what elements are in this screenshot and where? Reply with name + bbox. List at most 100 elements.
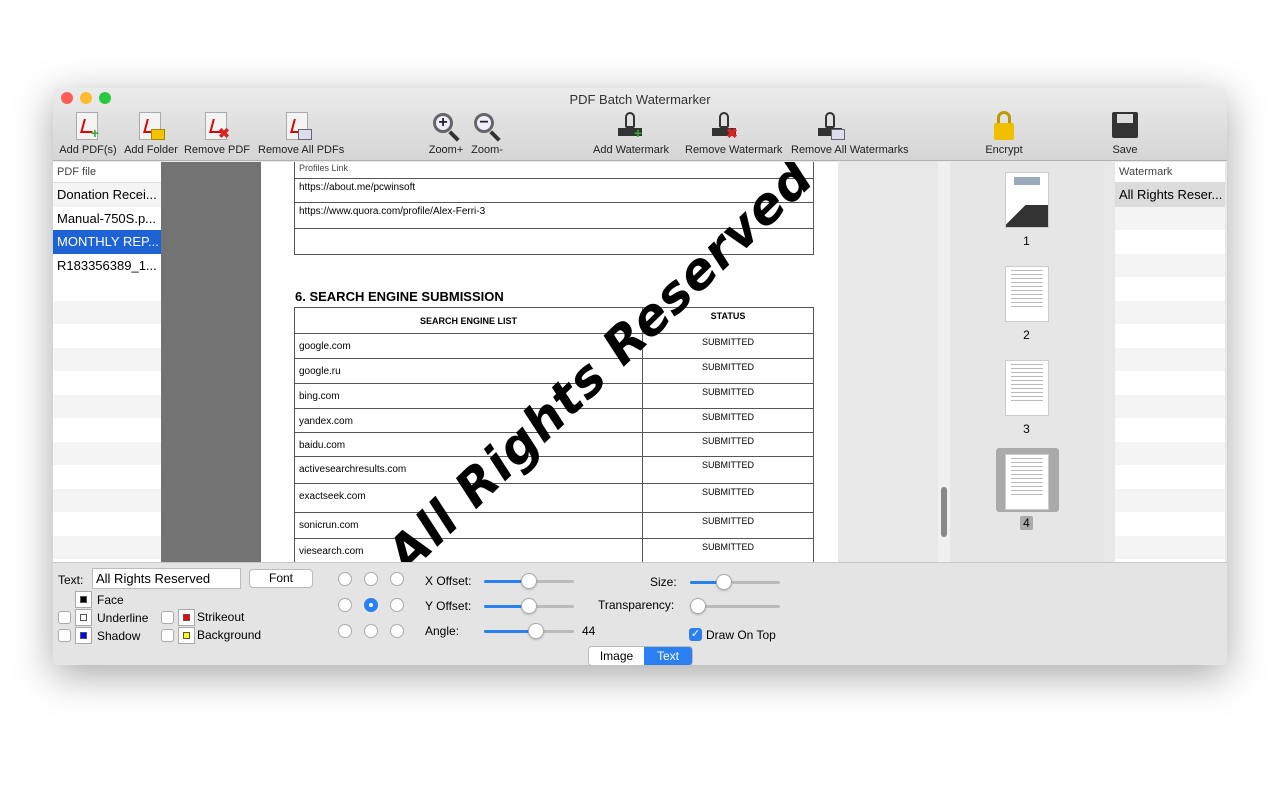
- background-label: Background: [197, 628, 262, 642]
- empty-row: [53, 441, 161, 465]
- pdf-list-item[interactable]: Donation Recei...: [53, 183, 161, 207]
- y-offset-label: Y Offset:: [425, 599, 472, 613]
- position-radio-top-left[interactable]: [338, 572, 352, 586]
- empty-row: [53, 300, 161, 324]
- preview-scrollbar[interactable]: [938, 162, 950, 562]
- pdf-list-item[interactable]: Manual-750S.p...: [53, 207, 161, 231]
- position-radio-middle-left[interactable]: [338, 598, 352, 612]
- x-offset-label: X Offset:: [425, 574, 472, 588]
- face-label: Face: [97, 593, 124, 607]
- pdf-file-list[interactable]: PDF file Donation Recei... Manual-750S.p.…: [53, 162, 161, 562]
- empty-row: [1115, 512, 1225, 536]
- draw-on-top-label: Draw On Top: [706, 628, 776, 642]
- toolbar-label: Remove All Watermarks: [791, 144, 909, 156]
- font-button[interactable]: Font: [249, 569, 313, 588]
- page-thumbnail[interactable]: [1005, 172, 1049, 228]
- empty-row: [1115, 394, 1225, 418]
- table-cell: SUBMITTED: [642, 456, 814, 484]
- save-button[interactable]: Save: [1085, 110, 1165, 156]
- slider-knob[interactable]: [521, 598, 537, 614]
- size-slider[interactable]: [690, 574, 780, 590]
- toolbar-label: Add Watermark: [592, 144, 669, 156]
- add-watermark-icon: +: [615, 110, 647, 142]
- lock-button[interactable]: Encrypt: [964, 110, 1044, 156]
- empty-row: [1115, 465, 1225, 489]
- table-cell: SUBMITTED: [642, 512, 814, 539]
- draw-on-top-checkbox[interactable]: ✓: [689, 628, 702, 641]
- slider-knob[interactable]: [715, 574, 732, 590]
- empty-row: [1115, 206, 1225, 230]
- toolbar-label: Encrypt: [985, 144, 1023, 156]
- size-label: Size:: [650, 575, 677, 589]
- table-cell: viesearch.com: [294, 538, 643, 562]
- page-thumbnail[interactable]: [1005, 454, 1049, 510]
- pdf-list-item[interactable]: MONTHLY REP...: [53, 230, 161, 254]
- face-color-swatch[interactable]: [75, 591, 92, 608]
- add-pdf-icon: +: [72, 110, 104, 142]
- background-color-swatch[interactable]: [178, 627, 195, 644]
- window-title: PDF Batch Watermarker: [569, 92, 711, 107]
- table-cell: SUBMITTED: [642, 483, 814, 513]
- background-checkbox[interactable]: [161, 629, 174, 642]
- shadow-label: Shadow: [97, 629, 141, 643]
- pdf-page: Profiles Link https://about.me/pcwinsoft h…: [261, 162, 838, 562]
- empty-row: [1115, 300, 1225, 324]
- slider-knob[interactable]: [528, 623, 545, 639]
- y-offset-slider[interactable]: [484, 598, 574, 614]
- table-cell: SUBMITTED: [642, 383, 814, 409]
- empty-row: [1115, 253, 1225, 277]
- angle-value: 44: [582, 624, 596, 638]
- slider-knob[interactable]: [690, 598, 706, 614]
- toolbar-label: Save: [1112, 144, 1138, 156]
- add-watermark-button[interactable]: + Add Watermark: [591, 110, 671, 156]
- angle-slider[interactable]: [484, 623, 574, 639]
- text-label: Text:: [58, 573, 84, 587]
- page-number: 3: [1023, 422, 1030, 436]
- empty-row: [1115, 324, 1225, 348]
- tab-text[interactable]: Text: [644, 647, 692, 665]
- empty-row: [53, 418, 161, 442]
- position-radio-bottom-center[interactable]: [364, 624, 378, 638]
- empty-row: [53, 371, 161, 395]
- position-radio-top-right[interactable]: [390, 572, 404, 586]
- empty-row: [53, 512, 161, 536]
- shadow-color-swatch[interactable]: [75, 627, 92, 644]
- page-thumbnails: 1 2 3 4: [950, 162, 1103, 562]
- position-radio-middle-center[interactable]: [364, 598, 378, 612]
- page-thumbnail[interactable]: [1005, 266, 1049, 322]
- position-radio-bottom-right[interactable]: [390, 624, 404, 638]
- save-icon: [1109, 110, 1141, 142]
- pdf-preview: Profiles Link https://about.me/pcwinsoft h…: [161, 162, 838, 562]
- add-folder-icon: [135, 110, 167, 142]
- page-link-row: Profiles Link: [294, 162, 814, 179]
- table-cell: SUBMITTED: [642, 408, 814, 433]
- underline-checkbox[interactable]: [58, 611, 71, 624]
- slider-knob[interactable]: [521, 573, 537, 589]
- pdf-list-item[interactable]: R183356389_1...: [53, 254, 161, 278]
- scrollbar-thumb[interactable]: [941, 487, 947, 537]
- watermark-text-input[interactable]: [92, 568, 241, 589]
- position-radio-middle-right[interactable]: [390, 598, 404, 612]
- remove-pdf-button[interactable]: ✖ Remove PDF: [177, 110, 257, 156]
- strikeout-checkbox[interactable]: [161, 611, 174, 624]
- transparency-slider[interactable]: [690, 598, 780, 614]
- x-offset-slider[interactable]: [484, 573, 574, 589]
- tab-image[interactable]: Image: [589, 647, 644, 665]
- remove-all-watermarks-button[interactable]: Remove All Watermarks: [791, 110, 909, 156]
- watermark-item[interactable]: All Rights Reser...: [1115, 183, 1225, 207]
- zoom-out-button[interactable]: − Zoom-: [447, 110, 527, 156]
- position-radio-bottom-left[interactable]: [338, 624, 352, 638]
- shadow-checkbox[interactable]: [58, 629, 71, 642]
- position-radio-top-center[interactable]: [364, 572, 378, 586]
- empty-row: [53, 347, 161, 371]
- zoom-out-icon: −: [471, 110, 503, 142]
- page-thumbnail[interactable]: [1005, 360, 1049, 416]
- angle-label: Angle:: [425, 624, 460, 638]
- strikeout-color-swatch[interactable]: [178, 609, 195, 626]
- remove-all-pdfs-button[interactable]: Remove All PDFs: [258, 110, 344, 156]
- underline-color-swatch[interactable]: [75, 609, 92, 626]
- remove-watermark-button[interactable]: ✖ Remove Watermark: [685, 110, 782, 156]
- watermark-list[interactable]: Watermark All Rights Reser...: [1115, 162, 1225, 606]
- table-cell: SUBMITTED: [642, 538, 814, 562]
- page-number: 4: [950, 516, 1103, 530]
